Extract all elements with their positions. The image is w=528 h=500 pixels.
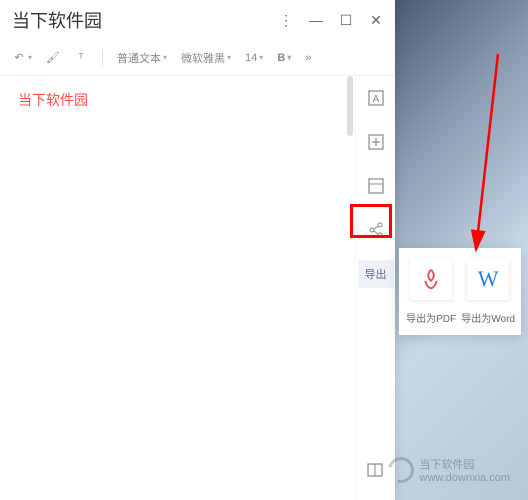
titlebar: 当下软件园 ⋮ — ☐ ✕ — [0, 0, 395, 40]
editor-canvas[interactable]: 当下软件园 — [0, 76, 355, 500]
minimize-button[interactable]: — — [309, 13, 323, 27]
app-window: 当下软件园 ⋮ — ☐ ✕ ↶ ▾ 🖌 ᵀ 普通文本 ▾ 微软雅黑 ▾ 14 — [0, 0, 395, 500]
export-label: 导出 — [365, 266, 387, 282]
share-icon — [368, 222, 384, 238]
chevron-down-icon: ▾ — [227, 53, 231, 62]
layout-button[interactable] — [362, 172, 390, 200]
brush-icon: 🖌 — [46, 51, 60, 65]
export-pdf-option[interactable]: 导出为PDF — [405, 258, 457, 325]
text-style-label: 普通文本 — [117, 50, 161, 66]
maximize-button[interactable]: ☐ — [339, 13, 353, 27]
chevron-down-icon: ▾ — [259, 53, 263, 62]
reading-mode-button[interactable] — [361, 456, 389, 484]
chevron-down-icon: ▾ — [287, 53, 291, 62]
chevron-down-icon: ▾ — [28, 53, 32, 62]
bold-label: B — [277, 52, 285, 64]
insert-button[interactable] — [362, 128, 390, 156]
plus-box-icon — [368, 134, 384, 150]
watermark: 当下软件园 www.downxia.com — [388, 456, 510, 484]
export-word-label: 导出为Word — [461, 310, 515, 325]
pdf-icon — [410, 258, 452, 300]
export-pdf-label: 导出为PDF — [406, 310, 456, 325]
export-button[interactable]: 导出 — [358, 260, 394, 288]
font-family-label: 微软雅黑 — [181, 50, 225, 66]
chevron-down-icon: ▾ — [163, 53, 167, 62]
watermark-text: 当下软件园 www.downxia.com — [420, 456, 510, 484]
separator — [102, 50, 103, 66]
document-text: 当下软件园 — [18, 92, 88, 108]
undo-icon: ↶ — [12, 51, 26, 65]
more-format-button[interactable]: » — [305, 52, 311, 64]
font-family-dropdown[interactable]: 微软雅黑 ▾ — [181, 50, 231, 66]
window-controls: ⋮ — ☐ ✕ — [279, 13, 383, 27]
columns-icon — [367, 462, 383, 478]
text-style-dropdown[interactable]: 普通文本 ▾ — [117, 50, 167, 66]
layout-icon — [368, 178, 384, 194]
main-area: 当下软件园 A 导出 — [0, 76, 395, 500]
watermark-name: 当下软件园 — [420, 456, 510, 472]
more-icon[interactable]: ⋮ — [279, 13, 293, 27]
word-icon: W — [467, 258, 509, 300]
font-size-label: 14 — [245, 52, 257, 64]
bold-button[interactable]: B ▾ — [277, 52, 291, 64]
export-word-option[interactable]: W 导出为Word — [461, 258, 515, 325]
watermark-url: www.downxia.com — [420, 472, 510, 484]
scrollbar[interactable] — [347, 76, 353, 136]
share-button[interactable] — [362, 216, 390, 244]
undo-button[interactable]: ↶ ▾ — [12, 51, 32, 65]
side-toolbar: A 导出 — [355, 76, 395, 500]
outline-button[interactable]: A — [362, 84, 390, 112]
close-button[interactable]: ✕ — [369, 13, 383, 27]
window-title: 当下软件园 — [12, 7, 102, 33]
editor-toolbar: ↶ ▾ 🖌 ᵀ 普通文本 ▾ 微软雅黑 ▾ 14 ▾ B ▾ » — [0, 40, 395, 76]
format-paint-button[interactable]: 🖌 — [46, 51, 60, 65]
clear-format-button[interactable]: ᵀ — [74, 51, 88, 65]
svg-text:A: A — [372, 94, 379, 105]
eraser-icon: ᵀ — [74, 51, 88, 65]
watermark-logo-icon — [383, 452, 419, 488]
export-panel: 导出为PDF W 导出为Word — [399, 248, 521, 335]
font-size-dropdown[interactable]: 14 ▾ — [245, 52, 263, 64]
text-box-icon: A — [368, 90, 384, 106]
